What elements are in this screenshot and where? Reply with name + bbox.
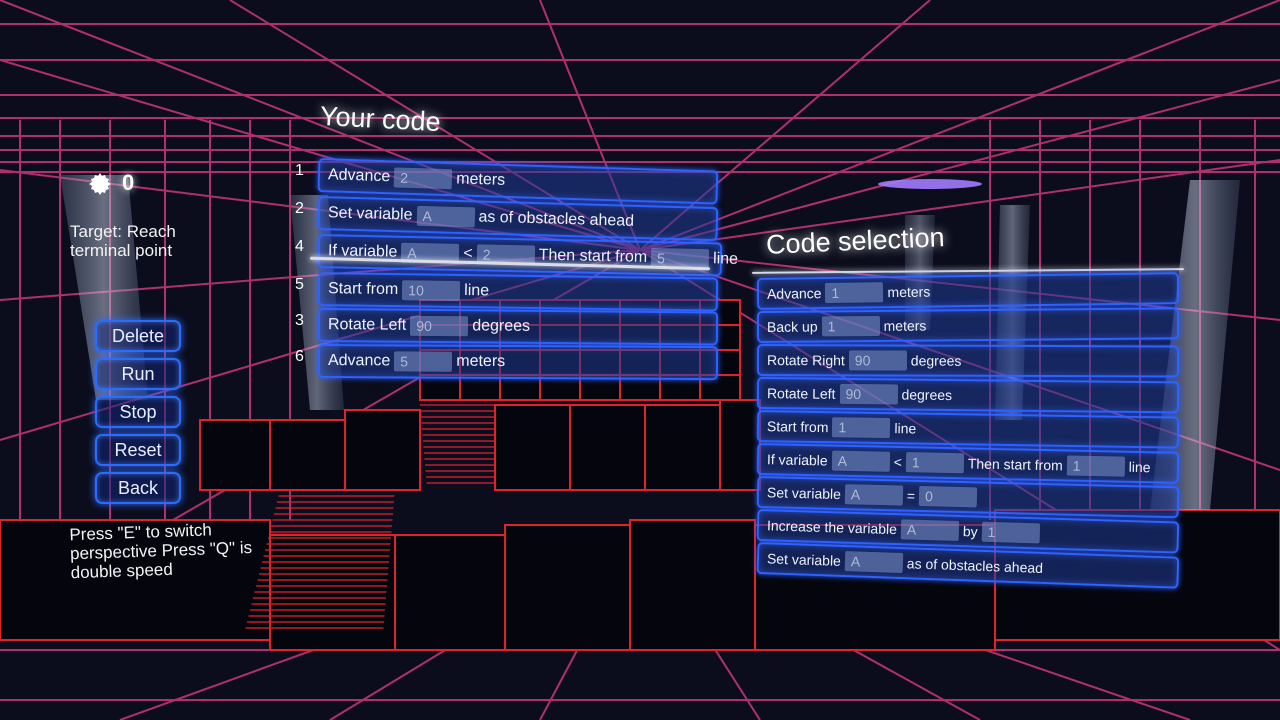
- code-option-block[interactable]: Advance 1 meters: [756, 272, 1180, 310]
- line-number: 1: [295, 162, 304, 179]
- floor-block: [629, 519, 756, 651]
- block-text: Set variable: [327, 204, 413, 224]
- block-text: by: [962, 523, 978, 540]
- your-code-title: Your code: [319, 100, 442, 138]
- block-text: If variable: [766, 451, 828, 469]
- block-text: degrees: [910, 352, 962, 369]
- gear-icon: [89, 173, 111, 195]
- block-text: meters: [887, 283, 931, 301]
- value-slot[interactable]: A: [844, 484, 904, 506]
- value-slot[interactable]: 1: [832, 417, 891, 439]
- code-option-block[interactable]: Back up 1 meters: [756, 307, 1180, 343]
- value-slot[interactable]: 0: [918, 485, 978, 508]
- block-text: Set variable: [766, 550, 842, 569]
- target-label: Target: Reach terminal point: [70, 222, 176, 260]
- score-value: 0: [122, 170, 135, 195]
- floor-block: [494, 404, 571, 491]
- block-text: degrees: [472, 317, 531, 335]
- code-option-block[interactable]: Rotate Right 90 degrees: [756, 344, 1180, 378]
- value-slot[interactable]: 1: [825, 282, 884, 304]
- floor-block: [199, 419, 271, 491]
- block-text: line: [464, 282, 490, 300]
- block-text: meters: [456, 352, 506, 370]
- line-number: 3: [295, 312, 304, 329]
- value-slot[interactable]: A: [416, 205, 475, 228]
- line-number: 4: [295, 238, 304, 255]
- block-text: Rotate Right: [766, 352, 845, 369]
- floor-block: [419, 374, 461, 401]
- code-line-block[interactable]: Advance 5 meters: [317, 344, 719, 381]
- value-slot[interactable]: A: [831, 450, 890, 472]
- reset-button[interactable]: Reset: [95, 434, 181, 466]
- code-option-block[interactable]: Rotate Left 90 degrees: [756, 377, 1180, 414]
- floor-block: [394, 534, 506, 651]
- floor-block: [644, 404, 721, 491]
- value-slot[interactable]: 1: [821, 315, 880, 337]
- block-text: meters: [883, 317, 927, 334]
- line-number: 5: [295, 276, 304, 293]
- line-number: 2: [295, 200, 304, 217]
- block-text: line: [1128, 458, 1151, 476]
- floor-block: [504, 524, 631, 651]
- value-slot[interactable]: 1: [981, 521, 1040, 544]
- block-text: =: [906, 487, 916, 504]
- block-text: as of obstacles ahead: [906, 555, 1044, 576]
- block-text: Advance: [766, 285, 822, 302]
- block-text: <: [893, 453, 903, 471]
- block-text: Then start from: [967, 455, 1063, 474]
- block-text: Start from: [766, 418, 829, 436]
- block-text: degrees: [901, 386, 953, 404]
- floor-block: [569, 404, 646, 491]
- controls-hint: Press "E" to switch perspective Press "Q…: [69, 520, 253, 583]
- delete-button[interactable]: Delete: [95, 320, 181, 352]
- floor-block: [344, 409, 421, 491]
- code-option-block[interactable]: Start from 1 line: [756, 410, 1180, 449]
- value-slot[interactable]: A: [900, 519, 960, 541]
- back-button[interactable]: Back: [95, 472, 181, 504]
- block-text: meters: [455, 170, 506, 189]
- block-text: Increase the variable: [766, 517, 898, 538]
- floor-block: [719, 399, 761, 491]
- block-text: Start from: [327, 280, 399, 299]
- value-slot[interactable]: A: [844, 551, 904, 574]
- block-text: Rotate Left: [766, 385, 836, 402]
- block-text: line: [894, 420, 917, 437]
- ceiling-light: [878, 179, 982, 189]
- value-slot[interactable]: 5: [394, 351, 453, 372]
- value-slot[interactable]: 90: [839, 383, 898, 405]
- code-line-block[interactable]: Rotate Left 90 degrees: [317, 308, 719, 346]
- value-slot[interactable]: 1: [1066, 455, 1125, 477]
- block-text: Advance: [327, 166, 391, 186]
- block-text: Rotate Left: [327, 316, 407, 334]
- value-slot[interactable]: 2: [393, 167, 453, 190]
- score-display: 0: [88, 170, 134, 196]
- block-text: Advance: [327, 352, 391, 370]
- code-line-block[interactable]: Start from 10 line: [317, 272, 719, 312]
- value-slot[interactable]: 90: [410, 315, 469, 337]
- value-slot[interactable]: 1: [905, 452, 965, 474]
- run-button[interactable]: Run: [95, 358, 181, 390]
- value-slot[interactable]: 90: [848, 350, 907, 371]
- block-text: Set variable: [766, 484, 842, 503]
- floor-block: [269, 419, 346, 491]
- block-text: as of obstacles ahead: [478, 208, 635, 230]
- value-slot[interactable]: 10: [402, 280, 461, 301]
- block-text: line: [712, 250, 739, 268]
- line-number: 6: [295, 348, 304, 365]
- stop-button[interactable]: Stop: [95, 396, 181, 428]
- block-text: Back up: [766, 318, 818, 335]
